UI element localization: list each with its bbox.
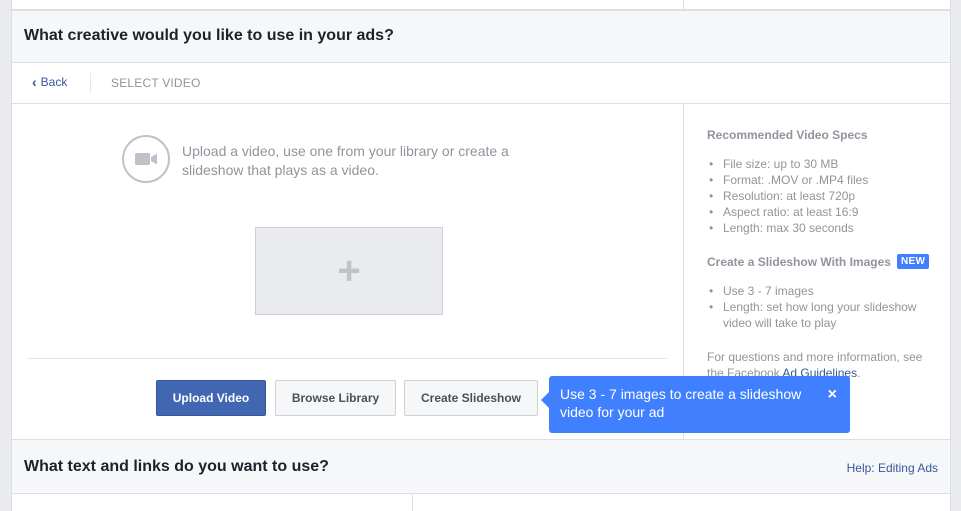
- text-section-panel: [11, 494, 951, 511]
- slideshow-specs-title: Create a Slideshow With Images NEW: [707, 254, 937, 269]
- list-item: Aspect ratio: at least 16:9: [707, 204, 937, 220]
- slideshow-specs-list: Use 3 - 7 images Length: set how long yo…: [707, 283, 937, 331]
- list-item: Format: .MOV or .MP4 files: [707, 172, 937, 188]
- browse-library-button[interactable]: Browse Library: [275, 380, 396, 416]
- new-badge: NEW: [896, 254, 930, 269]
- close-icon[interactable]: ×: [828, 386, 837, 404]
- nav-separator: [90, 73, 91, 93]
- top-strip-divider: [683, 0, 684, 10]
- video-specs-list: File size: up to 30 MB Format: .MOV or .…: [707, 156, 937, 236]
- creative-nav-bar: ‹ Back SELECT VIDEO: [11, 63, 951, 104]
- back-button[interactable]: ‹ Back: [32, 75, 67, 89]
- video-specs-sidebar: Recommended Video Specs File size: up to…: [707, 128, 937, 381]
- upload-intro-text: Upload a video, use one from your librar…: [182, 143, 509, 178]
- list-item: File size: up to 30 MB: [707, 156, 937, 172]
- upload-video-button[interactable]: Upload Video: [156, 380, 266, 416]
- video-upload-dropzone[interactable]: +: [255, 227, 443, 315]
- text-section-title: What text and links do you want to use?: [24, 458, 329, 475]
- slideshow-tooltip: Use 3 - 7 images to create a slideshow v…: [541, 376, 850, 433]
- create-slideshow-button[interactable]: Create Slideshow: [404, 380, 538, 416]
- buttons-separator: [27, 358, 667, 359]
- creative-section-title: What creative would you like to use in y…: [24, 27, 394, 44]
- video-camera-icon: [122, 135, 170, 183]
- bottom-panel-divider: [412, 494, 413, 511]
- step-label: SELECT VIDEO: [111, 76, 201, 90]
- help-editing-ads-link[interactable]: Help: Editing Ads: [847, 461, 938, 475]
- list-item: Use 3 - 7 images: [707, 283, 937, 299]
- list-item: Length: set how long your slideshow vide…: [707, 299, 937, 331]
- tooltip-text: Use 3 - 7 images to create a slideshow v…: [560, 386, 802, 420]
- list-item: Resolution: at least 720p: [707, 188, 937, 204]
- plus-icon: +: [337, 249, 361, 293]
- back-label: Back: [40, 75, 68, 89]
- previous-section-strip: [11, 0, 951, 10]
- list-item: Length: max 30 seconds: [707, 220, 937, 236]
- creative-section-header: What creative would you like to use in y…: [11, 10, 951, 63]
- video-specs-title: Recommended Video Specs: [707, 128, 868, 142]
- chevron-left-icon: ‹: [32, 74, 37, 90]
- text-section-header: What text and links do you want to use? …: [11, 439, 951, 494]
